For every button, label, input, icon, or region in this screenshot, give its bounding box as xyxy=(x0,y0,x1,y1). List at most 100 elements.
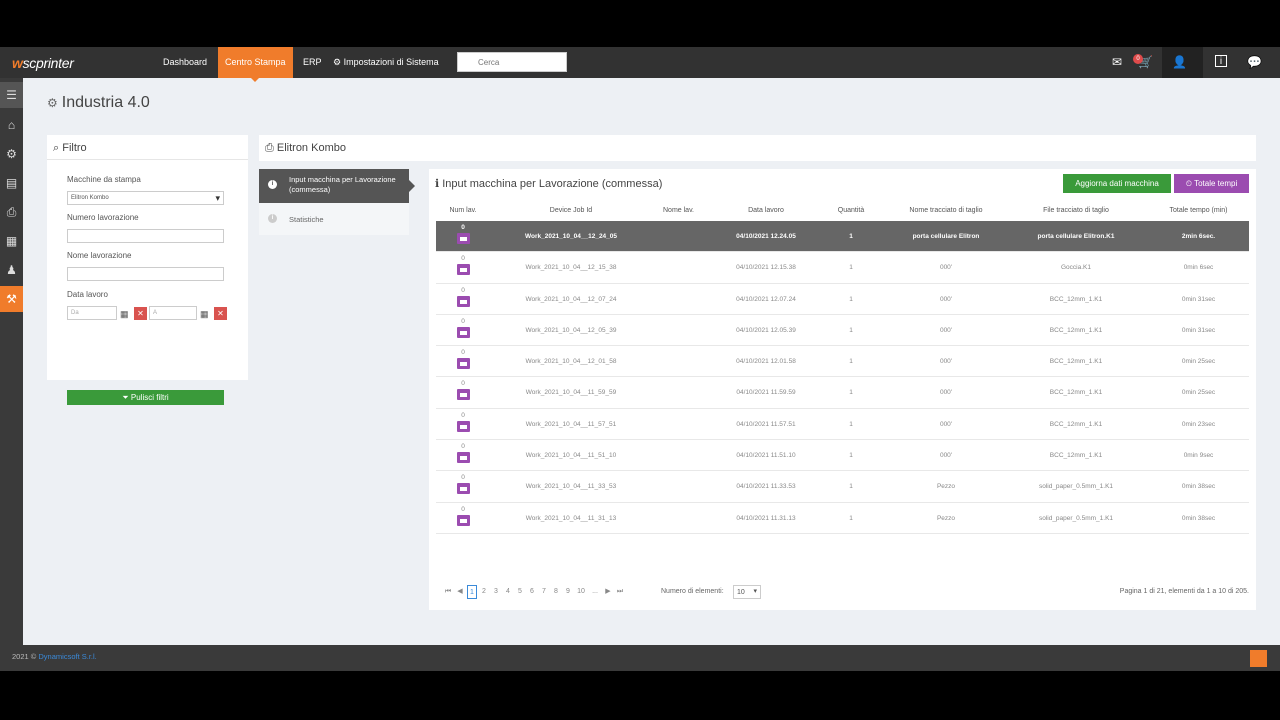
page-4-button[interactable]: 4 xyxy=(503,585,513,599)
cell-data: 04/10/2021 11.59.59 xyxy=(736,389,796,397)
table-row[interactable]: 0 Work_2021_10_04__12_01_58 04/10/2021 12.… xyxy=(436,346,1249,378)
mail-icon[interactable]: ✉ xyxy=(1112,55,1122,69)
tab-statistiche[interactable]: i Statistiche xyxy=(259,203,409,235)
page-11-button[interactable]: ... xyxy=(589,585,601,599)
page-3-button[interactable]: 3 xyxy=(491,585,501,599)
date-from-input[interactable]: Da xyxy=(67,306,117,320)
nav-impostazioni[interactable]: ⚙ Impostazioni di Sistema xyxy=(326,47,446,78)
building-icon[interactable]: ▦ xyxy=(0,228,23,254)
table-row[interactable]: 0 Work_2021_10_04__11_31_13 04/10/2021 11.… xyxy=(436,503,1249,534)
page-5-button[interactable]: 5 xyxy=(515,585,525,599)
numero-input[interactable] xyxy=(67,229,224,243)
job-details-icon[interactable] xyxy=(456,295,470,307)
clear-date-from-button[interactable]: ✕ xyxy=(134,307,147,320)
table-row[interactable]: 0 Work_2021_10_04__12_24_05 04/10/2021 12.… xyxy=(436,221,1249,253)
job-details-icon[interactable] xyxy=(456,233,470,244)
table-row[interactable]: 0 Work_2021_10_04__11_51_10 04/10/2021 11.… xyxy=(436,440,1249,472)
table-row[interactable]: 0 Work_2021_10_04__11_57_51 04/10/2021 11.… xyxy=(436,409,1249,441)
tabs: i Input macchina per Lavorazione (commess… xyxy=(259,169,415,235)
tab-input-macchina[interactable]: i Input macchina per Lavorazione (commess… xyxy=(259,169,415,203)
info-icon[interactable]: i xyxy=(1215,55,1227,67)
page-10-button[interactable]: 10 xyxy=(575,585,587,599)
cell-job: Work_2021_10_04__12_01_58 xyxy=(525,358,617,366)
cell-data: 04/10/2021 12.01.58 xyxy=(736,358,796,366)
user-menu[interactable]: 👤 xyxy=(1162,47,1203,78)
col-num[interactable]: Num lav. xyxy=(438,207,488,214)
cell-data: 04/10/2021 12.05.39 xyxy=(736,326,796,334)
refresh-machine-button[interactable]: Aggiorna dati macchina xyxy=(1063,174,1171,193)
last-page-button[interactable]: ⏭ xyxy=(615,585,625,599)
prev-page-button[interactable]: ◀ xyxy=(455,585,465,599)
company-link[interactable]: Dynamicsoft S.r.l. xyxy=(38,652,96,661)
clock-icon: ⏲ xyxy=(1185,179,1193,188)
job-details-icon[interactable] xyxy=(456,389,470,401)
row-num-cell: 0 xyxy=(454,349,472,370)
table-row[interactable]: 0 Work_2021_10_04__11_59_59 04/10/2021 11.… xyxy=(436,377,1249,409)
table-header: Num lav. Device Job Id Nome lav. Data la… xyxy=(436,203,1249,220)
table-row[interactable]: 0 Work_2021_10_04__12_15_38 04/10/2021 12.… xyxy=(436,252,1249,284)
table-row[interactable]: 0 Work_2021_10_04__12_07_24 04/10/2021 12.… xyxy=(436,284,1249,315)
job-details-icon[interactable] xyxy=(456,326,470,338)
users-icon[interactable]: ♟ xyxy=(0,257,23,283)
cell-job: Work_2021_10_04__12_05_39 xyxy=(525,326,617,334)
col-nome-tracciato[interactable]: Nome tracciato di taglio xyxy=(891,207,1001,214)
industry-icon[interactable]: ⚒ xyxy=(0,286,23,312)
machine-select[interactable]: Elitron Kombo xyxy=(67,191,224,205)
calendar-icon[interactable]: ▦ xyxy=(200,309,210,319)
col-device-job[interactable]: Device Job Id xyxy=(516,207,626,214)
nav-dashboard[interactable]: Dashboard xyxy=(156,47,214,78)
row-num-cell: 0 xyxy=(454,412,472,432)
calendar-icon[interactable]: ▦ xyxy=(120,309,130,319)
table-row[interactable]: 0 Work_2021_10_04__12_05_39 04/10/2021 12.… xyxy=(436,315,1249,347)
col-file-tracciato[interactable]: File tracciato di taglio xyxy=(1016,207,1136,214)
page-7-button[interactable]: 7 xyxy=(539,585,549,599)
page-1-button[interactable]: 1 xyxy=(467,585,477,599)
job-details-icon[interactable] xyxy=(456,514,470,526)
nav-centro-stampa[interactable]: Centro Stampa xyxy=(218,47,293,82)
cell-data: 04/10/2021 12.15.38 xyxy=(736,264,796,272)
cell-data: 04/10/2021 11.33.53 xyxy=(736,483,796,491)
row-num-cell: 0 xyxy=(454,443,472,464)
row-num: 0 xyxy=(461,255,465,263)
page-8-button[interactable]: 8 xyxy=(551,585,561,599)
nome-input[interactable] xyxy=(67,267,224,281)
home-icon[interactable]: ⌂ xyxy=(0,112,23,138)
document-icon[interactable]: ▤ xyxy=(0,170,23,196)
settings-icon[interactable]: ⚙ xyxy=(0,141,23,167)
cell-data: 04/10/2021 11.31.13 xyxy=(736,514,796,522)
clear-filters-button[interactable]: ⏷ Pulisci filtri xyxy=(67,390,224,405)
job-details-icon[interactable] xyxy=(456,358,470,370)
nav-erp[interactable]: ERP xyxy=(296,47,329,78)
col-data[interactable]: Data lavoro xyxy=(726,207,806,214)
job-details-icon[interactable] xyxy=(456,264,470,276)
search-input[interactable] xyxy=(457,52,567,72)
first-page-button[interactable]: ⏮ xyxy=(443,585,453,599)
col-nome[interactable]: Nome lav. xyxy=(651,207,706,214)
sidebar: ☰ ⌂ ⚙ ▤ ⎙ ▦ ♟ ⚒ xyxy=(0,78,23,671)
chevron-down-icon: ▾ xyxy=(753,588,757,595)
cell-file: solid_paper_0.5mm_1.K1 xyxy=(1038,483,1114,491)
row-num-cell: 0 xyxy=(454,224,472,244)
page-2-button[interactable]: 2 xyxy=(479,585,489,599)
date-to-input[interactable]: A xyxy=(149,306,197,320)
page-9-button[interactable]: 9 xyxy=(563,585,573,599)
printer-icon[interactable]: ⎙ xyxy=(0,199,23,225)
clear-date-to-button[interactable]: ✕ xyxy=(214,307,227,320)
table-row[interactable]: 0 Work_2021_10_04__11_33_53 04/10/2021 11.… xyxy=(436,471,1249,503)
chat-icon[interactable]: 💬 xyxy=(1247,55,1262,69)
job-details-icon[interactable] xyxy=(456,420,470,432)
job-details-icon[interactable] xyxy=(456,483,470,495)
job-details-icon[interactable] xyxy=(456,452,470,464)
col-quantita[interactable]: Quantità xyxy=(826,207,876,214)
logo[interactable]: wscprinter xyxy=(12,55,74,71)
row-num: 0 xyxy=(461,380,465,388)
per-page-select[interactable]: 10 ▾ xyxy=(733,585,761,599)
menu-toggle-icon[interactable]: ☰ xyxy=(0,82,23,108)
next-page-button[interactable]: ▶ xyxy=(603,585,613,599)
scroll-top-button[interactable] xyxy=(1250,650,1267,667)
col-totale-tempo[interactable]: Totale tempo (min) xyxy=(1151,207,1246,214)
row-num: 0 xyxy=(461,349,465,357)
cell-tracciato: Pezzo xyxy=(936,483,956,491)
total-times-button[interactable]: ⏲ Totale tempi xyxy=(1174,174,1249,193)
page-6-button[interactable]: 6 xyxy=(527,585,537,599)
